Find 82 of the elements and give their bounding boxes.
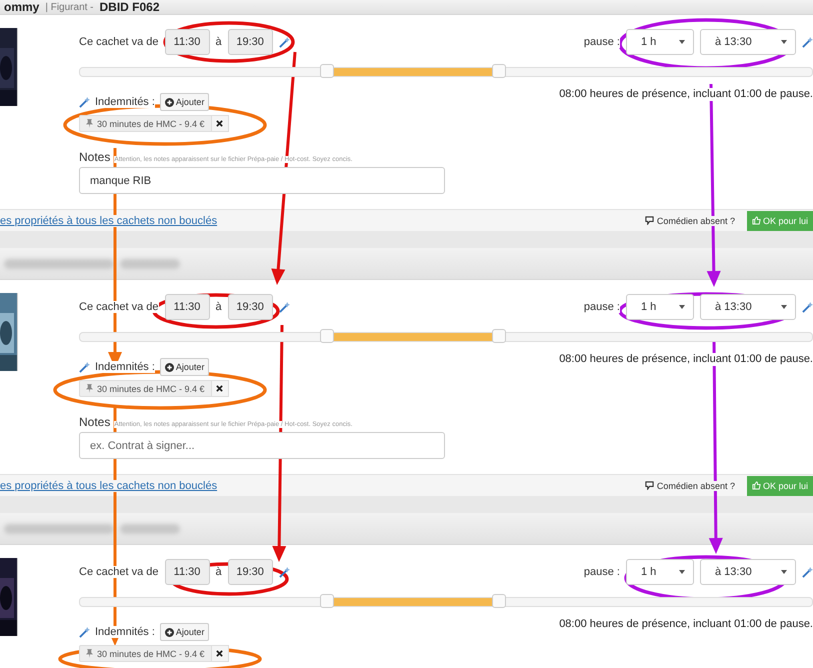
slider-handle[interactable] <box>492 594 506 608</box>
speech-bubble-icon <box>644 216 654 225</box>
pause-start-select[interactable]: à 13:30 <box>700 29 796 55</box>
caret-icon <box>781 570 787 574</box>
add-button[interactable]: Ajouter <box>160 93 210 111</box>
caret-icon <box>679 305 685 309</box>
start-time-field[interactable]: 11:30 <box>164 294 210 320</box>
pause-duration-select[interactable]: 1 h <box>626 294 694 320</box>
apply-to-all-link[interactable]: es propriétés à tous les cachets non bouclés <box>0 214 218 226</box>
separator-text: à <box>216 301 222 313</box>
start-time-field[interactable]: 11:30 <box>164 29 210 55</box>
actor-role: | Figurant - <box>45 1 94 14</box>
pause-label: pause : <box>584 301 620 313</box>
wand-icon[interactable] <box>79 626 90 638</box>
allowance-tag: 30 minutes de HMC - 9.4 € <box>79 380 212 397</box>
end-time-field[interactable]: 19:30 <box>228 29 273 55</box>
allowance-tag: 30 minutes de HMC - 9.4 € <box>79 115 212 132</box>
remove-button[interactable] <box>212 380 229 397</box>
pause-start-select[interactable]: à 13:30 <box>700 294 796 320</box>
time-range-slider[interactable] <box>79 597 813 607</box>
caret-icon <box>781 305 787 309</box>
pause-duration-select[interactable]: 1 h <box>626 559 694 585</box>
blurred-text <box>120 258 180 268</box>
wand-icon[interactable] <box>802 302 813 312</box>
actor-code: DBID F062 <box>100 1 160 14</box>
notes-field[interactable]: manque RIB <box>79 167 445 194</box>
pin-icon <box>86 119 93 128</box>
notes-label: Notes <box>79 415 110 429</box>
thumbs-up-icon <box>752 216 761 225</box>
pause-label: pause : <box>584 566 620 578</box>
wand-icon[interactable] <box>278 302 290 312</box>
pause-duration-select[interactable]: 1 h <box>626 29 694 55</box>
add-button[interactable]: Ajouter <box>160 623 210 641</box>
blurred-text <box>120 524 180 534</box>
time-range-slider[interactable] <box>79 67 813 77</box>
slider-handle[interactable] <box>320 64 334 78</box>
wand-icon[interactable] <box>802 566 813 578</box>
wand-icon[interactable] <box>79 96 90 108</box>
caret-icon <box>679 40 685 44</box>
time-label: Ce cachet va de <box>79 301 158 313</box>
plus-circle-icon <box>164 98 174 106</box>
absent-toggle[interactable]: Comédien absent ? <box>644 480 735 490</box>
caret-icon <box>679 570 685 574</box>
absent-toggle[interactable]: Comédien absent ? <box>644 216 735 226</box>
wand-icon[interactable] <box>278 566 290 578</box>
pin-icon <box>86 384 93 393</box>
separator-text: à <box>216 566 222 578</box>
caret-icon <box>781 40 787 44</box>
notes-field[interactable]: ex. Contrat à signer... <box>79 432 445 459</box>
slider-handle[interactable] <box>320 329 334 343</box>
plus-circle-icon <box>164 362 174 372</box>
end-time-field[interactable]: 19:30 <box>228 559 273 585</box>
wand-icon[interactable] <box>79 362 90 372</box>
separator-text: à <box>216 36 222 48</box>
pause-start-select[interactable]: à 13:30 <box>700 559 796 585</box>
slider-handle[interactable] <box>492 329 506 343</box>
add-button[interactable]: Ajouter <box>160 358 210 376</box>
presence-summary: 08:00 heures de présence, incluant 01:00 de pause. <box>559 353 813 366</box>
indemnites-label: Indemnités : <box>95 96 155 108</box>
speech-bubble-icon <box>644 481 654 490</box>
indemnites-label: Indemnités : <box>95 626 155 638</box>
close-icon <box>216 385 224 392</box>
indemnites-label: Indemnités : <box>95 361 155 373</box>
notes-label: Notes <box>79 150 110 164</box>
slider-handle[interactable] <box>320 594 334 608</box>
apply-to-all-link[interactable]: es propriétés à tous les cachets non bouclés <box>0 480 218 492</box>
close-icon <box>216 120 224 127</box>
time-label: Ce cachet va de <box>79 36 158 48</box>
thumbs-up-icon <box>752 481 761 490</box>
start-time-field[interactable]: 11:30 <box>164 559 210 585</box>
end-time-field[interactable]: 19:30 <box>228 294 273 320</box>
wand-icon[interactable] <box>802 36 813 48</box>
wand-icon[interactable] <box>278 36 290 48</box>
slider-handle[interactable] <box>492 64 506 78</box>
remove-button[interactable] <box>212 115 229 132</box>
presence-summary: 08:00 heures de présence, incluant 01:00 de pause. <box>559 618 813 631</box>
presence-summary: 08:00 heures de présence, incluant 01:00 de pause. <box>559 88 813 101</box>
time-range-slider[interactable] <box>79 332 813 342</box>
actor-name: ommy <box>4 1 40 14</box>
pause-label: pause : <box>584 36 620 48</box>
time-label: Ce cachet va de <box>79 566 158 578</box>
plus-circle-icon <box>164 628 174 636</box>
